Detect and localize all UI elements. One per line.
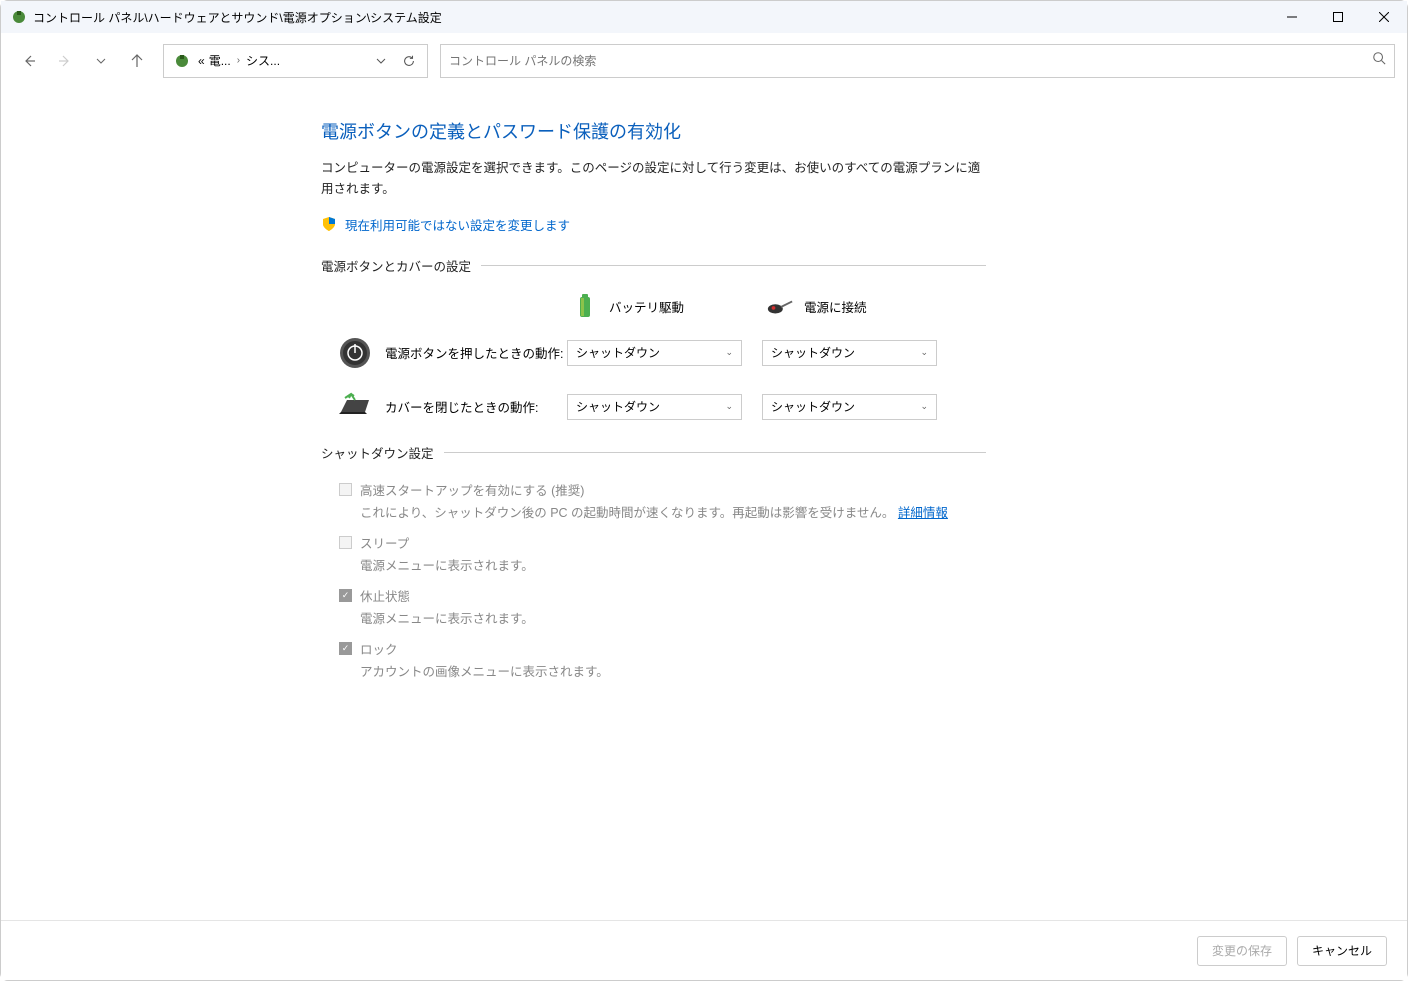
close-button[interactable] [1361, 1, 1407, 33]
plug-icon [766, 293, 794, 321]
row-power-button: 電源ボタンを押したときの動作: シャットダウン ⌄ シャットダウン ⌄ [321, 335, 986, 371]
select-power-button-battery[interactable]: シャットダウン ⌄ [567, 340, 742, 366]
check-description: アカウントの画像メニューに表示されます。 [339, 662, 986, 682]
power-button-icon [337, 335, 373, 371]
lid-icon [337, 389, 373, 425]
check-fast-startup: 高速スタートアップを有効にする (推奨) これにより、シャットダウン後の PC … [339, 480, 986, 523]
select-value: シャットダウン [771, 398, 855, 415]
chevron-down-icon: ⌄ [920, 401, 928, 412]
column-battery: バッテリ駆動 [571, 293, 746, 321]
chevron-down-icon: ⌄ [725, 347, 733, 358]
chevron-down-icon: ⌄ [920, 347, 928, 358]
refresh-button[interactable] [395, 47, 423, 75]
check-description: 電源メニューに表示されます。 [339, 609, 986, 629]
select-lid-plugged[interactable]: シャットダウン ⌄ [762, 394, 937, 420]
column-plugged: 電源に接続 [766, 293, 941, 321]
checkbox [339, 483, 352, 496]
section-label: シャットダウン設定 [321, 443, 434, 462]
select-value: シャットダウン [771, 344, 855, 361]
footer: 変更の保存 キャンセル [1, 920, 1407, 980]
address-dropdown[interactable] [367, 47, 395, 75]
address-bar[interactable]: « 電... › シス... [163, 44, 428, 78]
select-power-button-plugged[interactable]: シャットダウン ⌄ [762, 340, 937, 366]
change-unavailable-settings-link[interactable]: 現在利用可能ではない設定を変更します [345, 215, 570, 234]
check-sleep: スリープ 電源メニューに表示されます。 [339, 533, 986, 576]
section-shutdown: シャットダウン設定 [321, 443, 986, 462]
breadcrumb-prefix[interactable]: « [196, 54, 207, 68]
address-icon [172, 51, 192, 71]
check-description: 電源メニューに表示されます。 [339, 556, 986, 576]
forward-button[interactable] [49, 45, 81, 77]
back-button[interactable] [13, 45, 45, 77]
checkbox [339, 536, 352, 549]
divider [481, 265, 986, 266]
search-input[interactable] [449, 54, 1372, 68]
column-label: 電源に接続 [804, 297, 867, 316]
breadcrumb-item[interactable]: 電... [207, 52, 233, 69]
check-label: 休止状態 [360, 586, 410, 605]
page-title: 電源ボタンの定義とパスワード保護の有効化 [321, 118, 986, 144]
check-hibernate: 休止状態 電源メニューに表示されます。 [339, 586, 986, 629]
window-title: コントロール パネル\ハードウェアとサウンド\電源オプション\システム設定 [33, 9, 442, 26]
save-button: 変更の保存 [1197, 936, 1287, 966]
breadcrumb-sep: › [233, 55, 244, 66]
maximize-button[interactable] [1315, 1, 1361, 33]
select-value: シャットダウン [576, 398, 660, 415]
details-link[interactable]: 詳細情報 [898, 506, 948, 520]
recent-dropdown[interactable] [85, 45, 117, 77]
check-label: スリープ [360, 533, 409, 552]
check-label: ロック [360, 639, 398, 658]
checkbox [339, 642, 352, 655]
select-value: シャットダウン [576, 344, 660, 361]
page-description: コンピューターの電源設定を選択できます。このページの設定に対して行う変更は、お使… [321, 158, 986, 201]
row-lid: カバーを閉じたときの動作: シャットダウン ⌄ シャットダウン ⌄ [321, 389, 986, 425]
column-label: バッテリ駆動 [609, 297, 684, 316]
titlebar: コントロール パネル\ハードウェアとサウンド\電源オプション\システム設定 [1, 1, 1407, 33]
section-label: 電源ボタンとカバーの設定 [321, 256, 471, 275]
divider [444, 452, 986, 453]
row-label: カバーを閉じたときの動作: [385, 397, 567, 416]
check-description: これにより、シャットダウン後の PC の起動時間が速くなります。再起動は影響を受… [339, 503, 986, 523]
row-label: 電源ボタンを押したときの動作: [385, 343, 567, 362]
check-lock: ロック アカウントの画像メニューに表示されます。 [339, 639, 986, 682]
toolbar: « 電... › シス... [1, 33, 1407, 88]
section-power-button: 電源ボタンとカバーの設定 [321, 256, 986, 275]
chevron-down-icon: ⌄ [725, 401, 733, 412]
cancel-button[interactable]: キャンセル [1297, 936, 1387, 966]
search-bar[interactable] [440, 44, 1395, 78]
up-button[interactable] [121, 45, 153, 77]
uac-link-row: 現在利用可能ではない設定を変更します [321, 215, 986, 234]
content-area: 電源ボタンの定義とパスワード保護の有効化 コンピューターの電源設定を選択できます… [1, 88, 1407, 920]
checkbox [339, 589, 352, 602]
app-icon [11, 9, 27, 25]
breadcrumb-item[interactable]: シス... [244, 52, 282, 69]
check-label: 高速スタートアップを有効にする (推奨) [360, 480, 584, 499]
battery-icon [571, 293, 599, 321]
minimize-button[interactable] [1269, 1, 1315, 33]
shield-icon [321, 216, 337, 232]
search-icon[interactable] [1372, 51, 1386, 70]
select-lid-battery[interactable]: シャットダウン ⌄ [567, 394, 742, 420]
